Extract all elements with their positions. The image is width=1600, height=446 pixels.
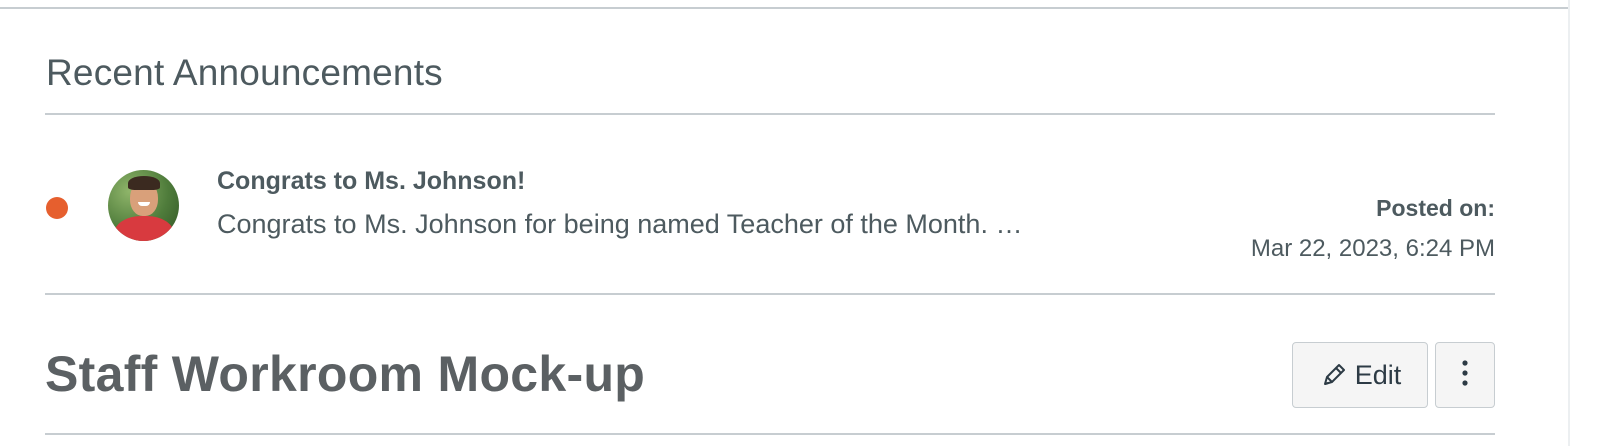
- pencil-icon: [1319, 360, 1349, 390]
- edit-button[interactable]: Edit: [1292, 342, 1428, 408]
- page-container: Recent Announcements Congrats to Ms. Joh…: [0, 0, 1600, 446]
- posted-date: Mar 22, 2023, 6:24 PM: [1250, 235, 1495, 262]
- posted-on-label: Posted on:: [1376, 195, 1495, 221]
- top-divider: [0, 7, 1568, 9]
- more-vertical-icon: [1461, 359, 1469, 392]
- announcement-title-link[interactable]: Congrats to Ms. Johnson!: [217, 167, 525, 196]
- page-title: Staff Workroom Mock-up: [45, 346, 646, 402]
- announcement-item[interactable]: Congrats to Ms. Johnson! Congrats to Ms.…: [45, 115, 1495, 293]
- user-avatar: [108, 170, 179, 241]
- right-edge-divider: [1568, 0, 1570, 446]
- divider: [45, 293, 1495, 295]
- more-options-button[interactable]: [1435, 342, 1495, 408]
- unread-indicator-icon: [46, 197, 68, 219]
- edit-button-label: Edit: [1354, 359, 1402, 390]
- announcement-snippet: Congrats to Ms. Johnson for being named …: [217, 209, 1023, 239]
- recent-announcements-heading: Recent Announcements: [46, 52, 443, 93]
- divider: [45, 433, 1495, 435]
